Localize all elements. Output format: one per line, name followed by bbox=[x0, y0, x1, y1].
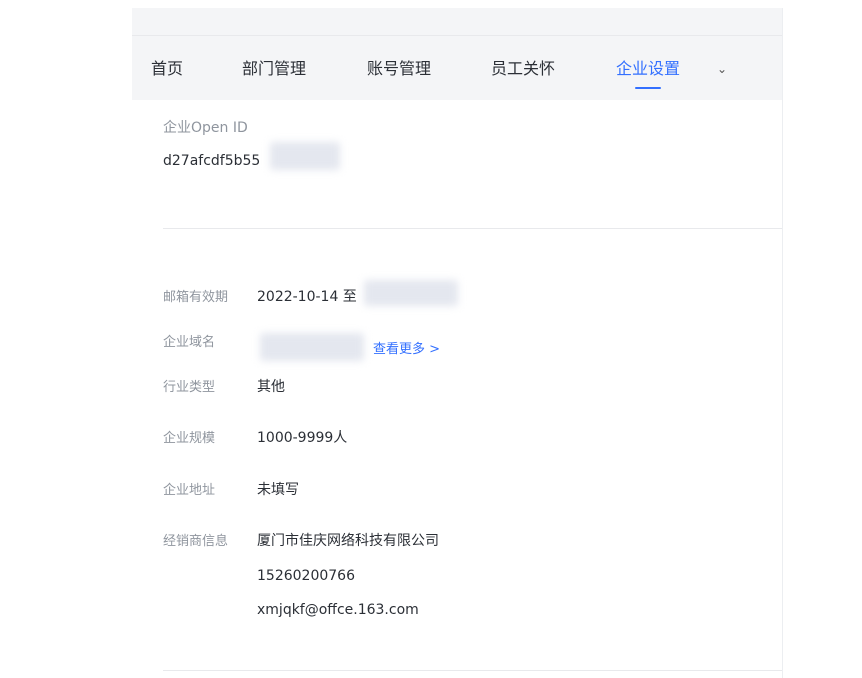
nav-item-employee-care[interactable]: 员工关怀 bbox=[491, 59, 555, 79]
nav-item-accounts[interactable]: 账号管理 bbox=[367, 59, 431, 79]
active-tab-indicator bbox=[635, 87, 661, 89]
address-label: 企业地址 bbox=[163, 483, 216, 498]
settings-panel: 首页 部门管理 账号管理 员工关怀 企业设置 ⌄ 企业Open ID d27af… bbox=[132, 8, 782, 678]
panel-right-edge bbox=[782, 8, 783, 678]
address-value: 未填写 bbox=[257, 482, 299, 498]
top-strip bbox=[132, 8, 782, 36]
open-id-value: d27afcdf5b55 bbox=[163, 153, 261, 169]
page: 首页 部门管理 账号管理 员工关怀 企业设置 ⌄ 企业Open ID d27af… bbox=[0, 0, 862, 678]
nav-item-enterprise-settings-label: 企业设置 bbox=[616, 59, 681, 78]
bottom-divider bbox=[163, 670, 782, 671]
dealer-email: xmjqkf@offce.163.com bbox=[257, 602, 419, 618]
nav-item-home[interactable]: 首页 bbox=[151, 59, 183, 79]
scale-label: 企业规模 bbox=[163, 431, 216, 446]
dealer-label: 经销商信息 bbox=[163, 534, 229, 549]
redacted-domain bbox=[260, 333, 364, 361]
redacted-mail-validity-end bbox=[364, 280, 458, 306]
chevron-down-icon[interactable]: ⌄ bbox=[717, 59, 727, 79]
mail-validity-value: 2022-10-14 至 bbox=[257, 289, 357, 305]
section-divider bbox=[163, 228, 782, 229]
open-id-label: 企业Open ID bbox=[163, 120, 248, 136]
nav-item-departments[interactable]: 部门管理 bbox=[242, 59, 306, 79]
top-nav: 首页 部门管理 账号管理 员工关怀 企业设置 ⌄ bbox=[132, 36, 782, 100]
redacted-open-id bbox=[270, 142, 340, 170]
domain-label: 企业域名 bbox=[163, 335, 216, 350]
nav-item-enterprise-settings[interactable]: 企业设置 bbox=[616, 59, 681, 89]
industry-label: 行业类型 bbox=[163, 380, 216, 395]
dealer-company: 厦门市佳庆网络科技有限公司 bbox=[257, 533, 439, 549]
industry-value: 其他 bbox=[257, 379, 285, 395]
scale-value: 1000-9999人 bbox=[257, 430, 348, 446]
mail-validity-label: 邮箱有效期 bbox=[163, 290, 229, 305]
view-more-link[interactable]: 查看更多 > bbox=[373, 341, 440, 359]
dealer-phone: 15260200766 bbox=[257, 568, 355, 584]
